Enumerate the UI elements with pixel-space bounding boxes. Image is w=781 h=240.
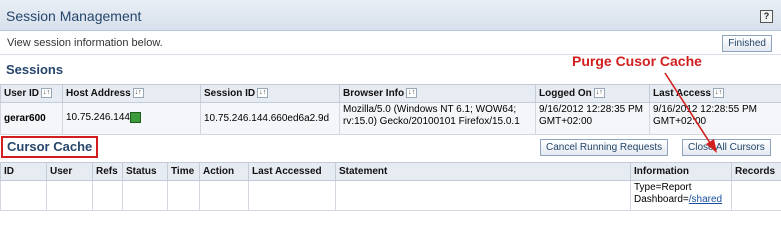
cell-information: Type=Report Dashboard=/shared <box>630 180 732 211</box>
cell-id <box>0 180 47 211</box>
page-title: Session Management <box>6 8 142 24</box>
cell-refs <box>92 180 123 211</box>
col-browser-info[interactable]: Browser Info ↓↑ <box>339 84 536 103</box>
col-logged-on[interactable]: Logged On ↓↑ <box>535 84 650 103</box>
cell-user-id: gerar600 <box>0 102 63 135</box>
sessions-header-row: User ID ↓↑ Host Address ↓↑ Session ID ↓↑ Br… <box>0 84 781 103</box>
title-bar: Session Management ? <box>0 0 781 31</box>
col-id[interactable]: ID <box>0 162 47 181</box>
cell-statement <box>335 180 631 211</box>
col-records[interactable]: Records <box>731 162 781 181</box>
sort-arrows-icon[interactable]: ↓↑ <box>41 88 53 99</box>
cancel-running-requests-button[interactable]: Cancel Running Requests <box>540 139 669 156</box>
col-action[interactable]: Action <box>199 162 249 181</box>
cell-action <box>199 180 249 211</box>
col-session-id[interactable]: Session ID ↓↑ <box>200 84 340 103</box>
sort-arrows-icon[interactable]: ↓↑ <box>593 88 605 99</box>
cell-last-accessed <box>248 180 336 211</box>
close-all-cursors-button[interactable]: Close All Cursors <box>682 139 771 156</box>
col-time[interactable]: Time <box>167 162 200 181</box>
info-bar: View session information below. Finished <box>0 31 781 55</box>
col-statement[interactable]: Statement <box>335 162 631 181</box>
dashboard-link[interactable]: /shared <box>689 194 722 205</box>
info-dashboard: Dashboard=/shared <box>634 194 723 205</box>
cell-records <box>731 180 781 211</box>
cell-session-id: 10.75.246.144.660ed6a2.9d <box>200 102 340 135</box>
col-host-address[interactable]: Host Address ↓↑ <box>62 84 201 103</box>
cell-time <box>167 180 200 211</box>
purge-cursor-cache-annotation: Purge Cusor Cache <box>572 53 702 69</box>
cell-status <box>122 180 168 211</box>
col-status[interactable]: Status <box>122 162 168 181</box>
col-information[interactable]: Information <box>630 162 732 181</box>
page-description: View session information below. <box>7 37 163 49</box>
col-last-access[interactable]: Last Access ↓↑ <box>649 84 781 103</box>
col-user-id[interactable]: User ID ↓↑ <box>0 84 63 103</box>
sort-arrows-icon[interactable]: ↓↑ <box>132 88 144 99</box>
cursor-cache-table: ID User Refs Status Time Action Last Acc… <box>0 162 781 211</box>
cursor-header-row: ID User Refs Status Time Action Last Acc… <box>0 162 781 181</box>
network-icon[interactable] <box>129 112 141 124</box>
col-refs[interactable]: Refs <box>92 162 123 181</box>
sort-arrows-icon[interactable]: ↓↑ <box>257 88 269 99</box>
sort-arrows-icon[interactable]: ↓↑ <box>713 88 724 99</box>
cursor-cache-heading: Cursor Cache <box>1 136 99 158</box>
info-type: Type=Report <box>634 182 692 193</box>
cell-last-access: 9/16/2012 12:28:55 PM GMT+02:00 <box>649 102 781 135</box>
cell-host-address: 10.75.246.144 <box>62 102 201 135</box>
help-icon[interactable]: ? <box>760 10 773 23</box>
cell-browser-info: Mozilla/5.0 (Windows NT 6.1; WOW64; rv:1… <box>339 102 536 135</box>
cell-user <box>46 180 93 211</box>
sessions-heading: Sessions <box>6 62 64 77</box>
table-row: Type=Report Dashboard=/shared <box>0 180 781 211</box>
col-user[interactable]: User <box>46 162 93 181</box>
table-row: gerar600 10.75.246.144 10.75.246.144.660… <box>0 102 781 135</box>
sort-arrows-icon[interactable]: ↓↑ <box>406 88 418 99</box>
finished-button[interactable]: Finished <box>722 35 772 52</box>
cell-logged-on: 9/16/2012 12:28:35 PM GMT+02:00 <box>535 102 650 135</box>
sessions-table: User ID ↓↑ Host Address ↓↑ Session ID ↓↑ Br… <box>0 84 781 135</box>
col-last-accessed[interactable]: Last Accessed <box>248 162 336 181</box>
